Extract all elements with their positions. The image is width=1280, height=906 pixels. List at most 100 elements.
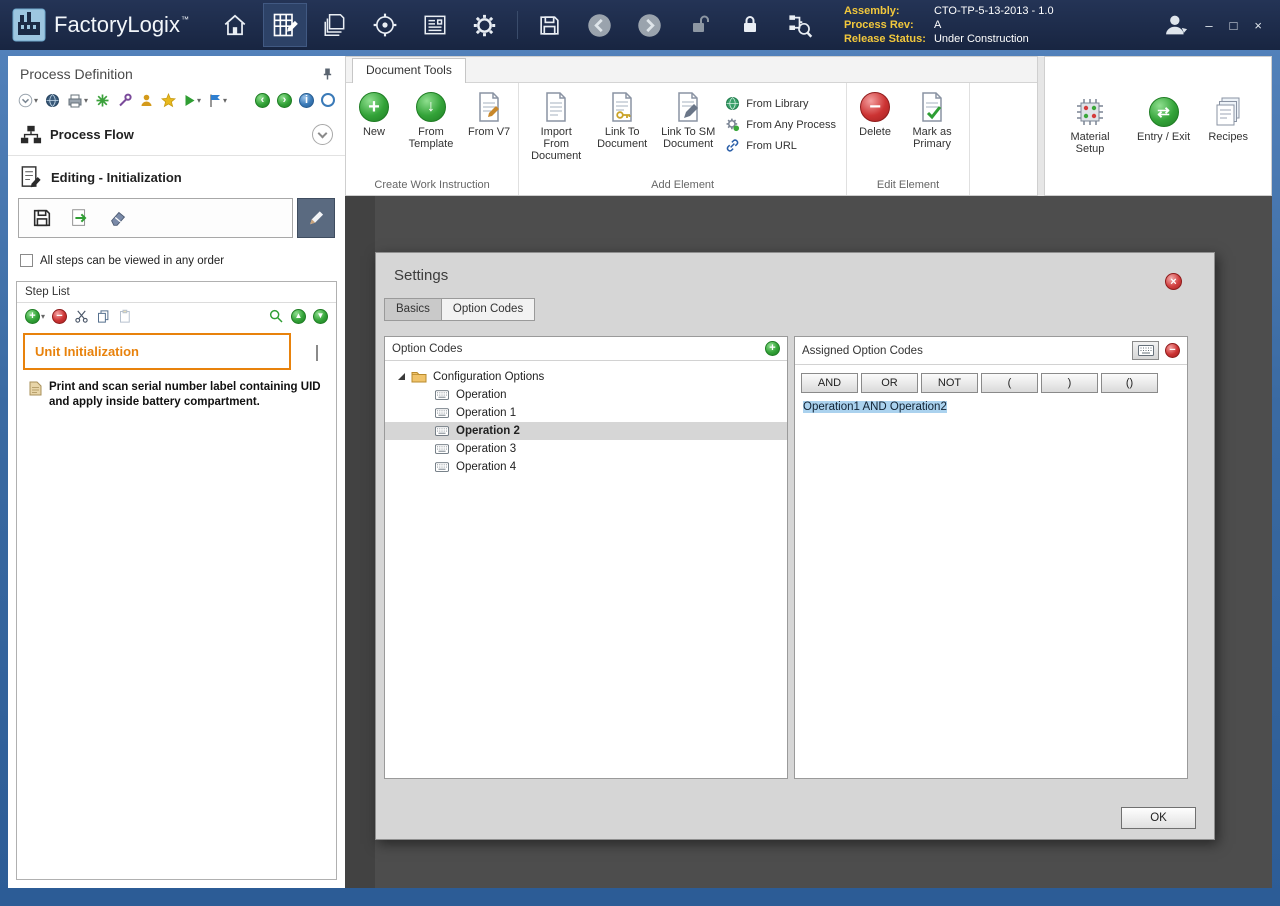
tab-basics[interactable]: Basics [384, 298, 442, 321]
tools-icon[interactable] [117, 92, 132, 108]
assigned-title: Assigned Option Codes [802, 345, 1126, 357]
sync-icon[interactable] [321, 93, 335, 107]
not-button[interactable]: NOT [921, 373, 978, 393]
close-button[interactable]: × [1254, 18, 1262, 33]
routing-icon[interactable] [95, 92, 110, 108]
cut-button[interactable] [74, 308, 89, 324]
unlock-button[interactable] [678, 3, 722, 47]
tree-item-operation-1[interactable]: Operation 1 [385, 404, 787, 422]
any-order-row: All steps can be viewed in any order [8, 238, 345, 275]
from-v7-button[interactable]: From V7 [464, 88, 514, 142]
audit-search-button[interactable] [778, 3, 822, 47]
from-url-icon [725, 138, 740, 153]
option-codes-panel: Option Codes + Configuration Options [384, 336, 788, 779]
from-any-process-button[interactable]: From Any Process [725, 117, 836, 132]
release-status-value: Under Construction [934, 32, 1029, 46]
settings-gear-button[interactable] [463, 3, 507, 47]
print-icon[interactable]: ▾ [67, 92, 88, 108]
new-button[interactable]: + New [350, 88, 398, 142]
paste-button[interactable] [118, 308, 133, 324]
news-button[interactable] [413, 3, 457, 47]
paren-pair-button[interactable]: () [1101, 373, 1158, 393]
work-instructions-button[interactable] [263, 3, 307, 47]
find-step-button[interactable] [268, 308, 284, 324]
work-instruction-canvas: Settings × Basics Option Codes Option Co… [345, 196, 1272, 888]
edit-document-icon [20, 169, 42, 185]
import-from-document-button[interactable]: Import From Document [523, 88, 589, 166]
tree-item-operation-4[interactable]: Operation 4 [385, 458, 787, 476]
step-expand-chevron[interactable] [316, 345, 318, 359]
process-documents-button[interactable] [313, 3, 357, 47]
collapse-flow-button[interactable] [312, 124, 333, 145]
link-to-sm-document-button[interactable]: Link To SM Document [655, 88, 721, 154]
save-button[interactable] [528, 3, 572, 47]
lock-button[interactable] [728, 3, 772, 47]
material-setup-icon [1075, 97, 1105, 127]
run-icon[interactable]: ▾ [183, 92, 201, 108]
add-step-button[interactable]: +▾ [25, 308, 45, 324]
pin-icon[interactable] [322, 66, 333, 82]
erase-step-icon[interactable] [107, 210, 129, 226]
edit-mode-button[interactable] [297, 198, 335, 238]
move-step-down-button[interactable]: ▼ [313, 309, 328, 324]
group-label: Add Element [521, 177, 844, 195]
ok-button[interactable]: OK [1121, 807, 1196, 829]
expression-area[interactable]: Operation1 AND Operation2 [795, 397, 1187, 417]
link-globe-icon[interactable] [45, 92, 60, 108]
selected-step[interactable]: Unit Initialization [23, 333, 291, 370]
assembly-value: CTO-TP-5-13-2013 - 1.0 [934, 4, 1054, 18]
any-order-checkbox[interactable] [20, 254, 33, 267]
recipes-button[interactable]: Recipes [1204, 93, 1252, 147]
mark-as-primary-button[interactable]: Mark as Primary [899, 88, 965, 154]
assign-user-icon[interactable] [139, 92, 154, 108]
process-tools-panel: Material Setup ⇄ Entry / Exit Recipes [1044, 56, 1272, 196]
tree-item-operation[interactable]: Operation [385, 386, 787, 404]
delete-element-button[interactable]: − Delete [851, 88, 899, 142]
maximize-button[interactable]: □ [1230, 18, 1238, 33]
material-setup-button[interactable]: Material Setup [1057, 93, 1123, 159]
from-url-button[interactable]: From URL [725, 138, 836, 153]
copy-button[interactable] [96, 308, 111, 324]
tree-expander-icon[interactable] [398, 373, 405, 380]
home-button[interactable] [213, 3, 257, 47]
add-option-code-button[interactable]: + [765, 341, 780, 356]
close-paren-button[interactable]: ) [1041, 373, 1098, 393]
tab-document-tools[interactable]: Document Tools [352, 58, 466, 83]
back-button[interactable] [578, 3, 622, 47]
link-to-document-button[interactable]: Link To Document [589, 88, 655, 154]
any-order-label: All steps can be viewed in any order [40, 255, 224, 267]
tree-item-operation-3[interactable]: Operation 3 [385, 440, 787, 458]
save-step-icon[interactable] [31, 210, 53, 226]
nav-back-icon[interactable]: ‹ [255, 93, 270, 108]
tree-item-operation-2[interactable]: Operation 2 [385, 422, 787, 440]
entry-exit-button[interactable]: ⇄ Entry / Exit [1133, 93, 1194, 147]
view-options-icon[interactable]: ▾ [18, 92, 38, 108]
from-v7-icon [477, 92, 501, 122]
forward-button[interactable] [628, 3, 672, 47]
process-flow-row[interactable]: Process Flow [8, 114, 345, 155]
folder-icon [411, 370, 427, 383]
tree-root-configuration-options[interactable]: Configuration Options [385, 368, 787, 386]
from-library-button[interactable]: From Library [725, 96, 836, 111]
remove-step-button[interactable]: − [52, 309, 67, 324]
user-profile-button[interactable] [1161, 11, 1191, 39]
tab-option-codes[interactable]: Option Codes [441, 298, 535, 321]
or-button[interactable]: OR [861, 373, 918, 393]
main-toolbar [213, 3, 822, 47]
dialog-close-button[interactable]: × [1165, 273, 1182, 290]
favorite-star-icon[interactable] [161, 92, 176, 108]
import-step-icon[interactable] [69, 210, 91, 226]
and-button[interactable]: AND [801, 373, 858, 393]
move-step-up-button[interactable]: ▲ [291, 309, 306, 324]
add-element-group: Import From Document Link [519, 83, 847, 195]
keyboard-entry-button[interactable] [1132, 341, 1159, 360]
open-paren-button[interactable]: ( [981, 373, 1038, 393]
minimize-button[interactable]: – [1205, 18, 1212, 33]
flag-icon[interactable]: ▾ [208, 92, 227, 108]
info-icon[interactable]: i [299, 93, 314, 108]
from-template-button[interactable]: ↓ From Template [398, 88, 464, 154]
remove-assigned-button[interactable]: − [1165, 343, 1180, 358]
step-list-toolbar: +▾ − [17, 303, 336, 328]
nav-forward-icon[interactable]: › [277, 93, 292, 108]
navigator-compass-button[interactable] [363, 3, 407, 47]
